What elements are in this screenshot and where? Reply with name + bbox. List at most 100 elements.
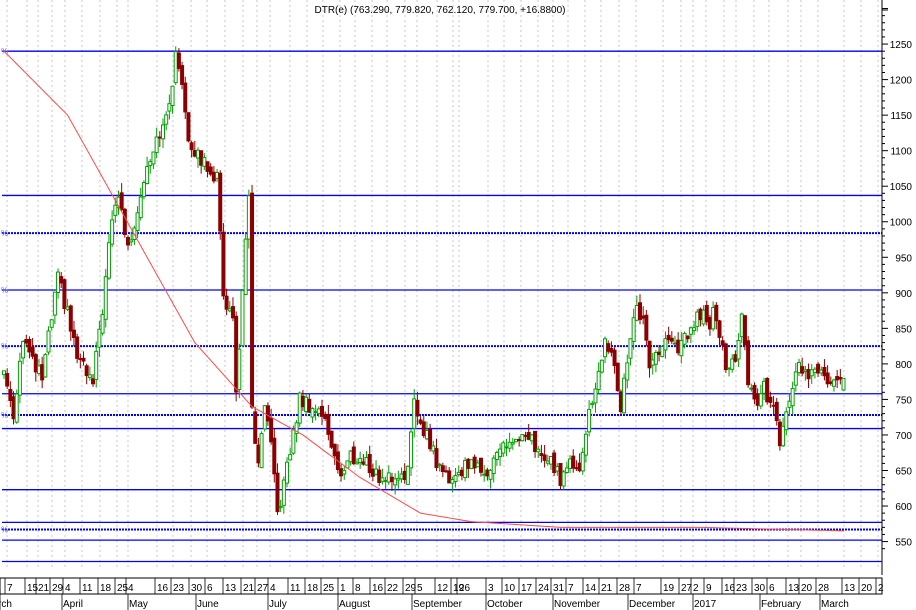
candle-body — [711, 307, 716, 330]
candle — [250, 184, 255, 409]
candle-body — [377, 469, 382, 483]
candle-body — [59, 276, 64, 284]
candle — [110, 210, 115, 248]
candle — [568, 455, 573, 474]
candle — [679, 332, 684, 364]
candle-body — [11, 396, 16, 420]
candle-body — [75, 336, 80, 359]
candle — [424, 421, 429, 441]
candle — [574, 460, 579, 471]
candle — [685, 335, 690, 343]
candle — [173, 46, 178, 86]
candle — [590, 400, 595, 409]
x-tick-label: 25 — [117, 583, 129, 594]
x-tick-label: 7 — [7, 583, 13, 594]
candle-body — [253, 411, 258, 444]
candle-body — [526, 432, 531, 440]
candle — [310, 407, 315, 423]
candle-body — [507, 441, 512, 449]
candle — [838, 368, 843, 385]
candle-body — [288, 454, 293, 461]
candle-body — [577, 462, 582, 472]
candle — [507, 432, 512, 453]
candle — [230, 297, 235, 322]
candle — [510, 437, 515, 450]
candle — [21, 340, 26, 365]
candle-body — [634, 304, 639, 321]
candle-body — [389, 476, 394, 483]
candle-body — [106, 242, 111, 279]
candle-body — [517, 439, 522, 442]
candle-body — [326, 413, 331, 435]
candle-body — [695, 311, 700, 327]
candle-body — [475, 462, 480, 468]
candle-body — [765, 377, 770, 403]
y-tick-label: 1050 — [890, 182, 913, 193]
y-tick-label: 750 — [895, 395, 912, 406]
candle — [145, 156, 150, 185]
candle-body — [36, 365, 41, 374]
moving-average-line — [3, 50, 844, 532]
candle-body — [421, 421, 426, 437]
candle — [342, 465, 347, 480]
candle-body — [660, 346, 665, 357]
candle — [828, 376, 833, 386]
candle — [485, 467, 490, 481]
candle-body — [593, 388, 598, 404]
x-tick-label: 18 — [307, 583, 319, 594]
candle — [405, 465, 410, 485]
candle — [167, 94, 172, 120]
x-tick-label: 18 — [100, 583, 112, 594]
candle — [14, 389, 19, 424]
x-tick-label: 28 — [619, 583, 631, 594]
candle — [806, 363, 811, 389]
candle — [701, 305, 706, 327]
candle — [440, 462, 445, 478]
candle-body — [701, 309, 706, 325]
candle — [777, 418, 782, 451]
candle-body — [71, 329, 76, 339]
candle — [323, 411, 328, 421]
candle-body — [68, 305, 73, 332]
candle — [348, 450, 353, 466]
candle — [27, 336, 32, 359]
candle — [529, 433, 534, 445]
candle — [138, 187, 143, 221]
month-label: August — [339, 599, 370, 610]
candle-body — [97, 328, 102, 348]
candle-body — [113, 204, 118, 216]
candle — [412, 389, 417, 438]
candle — [202, 153, 207, 171]
x-tick-label: 4 — [65, 583, 71, 594]
x-tick-label: 6 — [207, 583, 213, 594]
candle-body — [386, 472, 391, 483]
candle-body — [676, 339, 681, 354]
candle-body — [250, 192, 255, 408]
candle — [224, 288, 229, 316]
candle — [771, 395, 776, 415]
candle — [720, 336, 725, 351]
candle-body — [685, 335, 690, 340]
candle-body — [625, 362, 630, 381]
candle — [475, 459, 480, 468]
candle-body — [2, 370, 6, 376]
candle — [650, 352, 655, 375]
candle-body — [790, 387, 795, 407]
candle-body — [771, 404, 776, 407]
candlestick-chart: %%%%%%5506006507007508008509009501000105… — [0, 0, 913, 610]
candle-body — [510, 442, 515, 445]
x-tick-label: 11 — [82, 583, 93, 594]
candle — [183, 76, 188, 120]
month-label: October — [487, 599, 523, 610]
candle — [672, 335, 677, 345]
candle-body — [838, 376, 843, 380]
candle-body — [199, 150, 204, 166]
candle-body — [329, 430, 334, 448]
candle — [628, 338, 633, 366]
candle-body — [714, 304, 719, 322]
candle — [281, 476, 286, 514]
candle — [781, 417, 786, 447]
candle-body — [183, 82, 188, 113]
candle — [695, 309, 700, 332]
candle-body — [285, 461, 290, 484]
